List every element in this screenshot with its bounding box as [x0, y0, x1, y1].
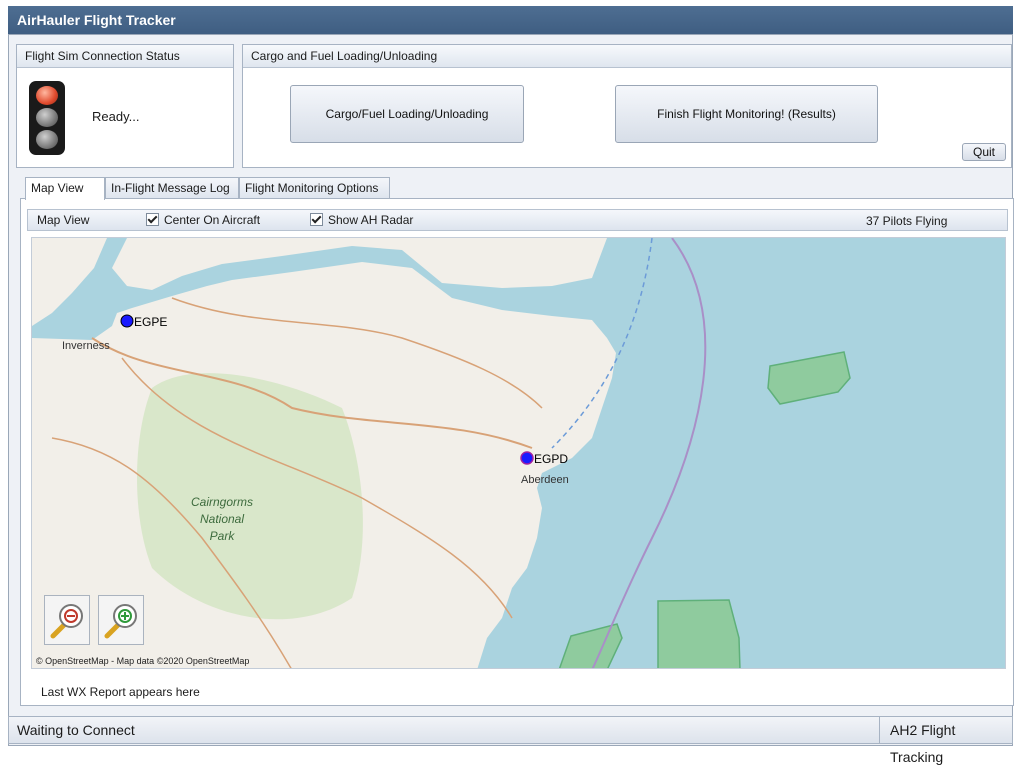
zoom-out-button[interactable]: [44, 595, 90, 645]
connection-status-panel: Flight Sim Connection Status Ready...: [16, 44, 234, 168]
check-icon: [146, 213, 159, 226]
center-on-aircraft-label: Center On Aircraft: [164, 213, 261, 227]
park-label-line1: Cairngorms: [191, 495, 253, 509]
park-label-line3: Park: [210, 529, 236, 543]
wx-report-text: Last WX Report appears here: [41, 685, 200, 699]
center-on-aircraft-checkbox[interactable]: Center On Aircraft: [146, 213, 260, 227]
map-attribution: © OpenStreetMap - Map data ©2020 OpenStr…: [36, 656, 249, 666]
map-view-page: Map View Center On Aircraft Show AH Rada…: [20, 198, 1014, 706]
tab-map-view[interactable]: Map View: [25, 177, 105, 200]
status-divider: [879, 717, 880, 743]
cargo-fuel-panel: Cargo and Fuel Loading/Unloading Cargo/F…: [242, 44, 1012, 168]
map-toolbar: Map View Center On Aircraft Show AH Rada…: [27, 209, 1008, 231]
inverness-label: Inverness: [62, 340, 110, 352]
marker-egpd[interactable]: EGPD: [520, 451, 568, 466]
status-bar: Waiting to Connect AH2 Flight Tracking: [8, 716, 1013, 765]
quit-button[interactable]: Quit: [962, 143, 1006, 161]
map-toolbar-title: Map View: [37, 213, 90, 227]
marine-area: [657, 599, 741, 668]
cargo-fuel-loading-button[interactable]: Cargo/Fuel Loading/Unloading: [290, 85, 524, 143]
connection-status-header: Flight Sim Connection Status: [17, 45, 233, 68]
cargo-fuel-header: Cargo and Fuel Loading/Unloading: [243, 45, 1011, 68]
connection-state-text: Waiting to Connect: [17, 722, 135, 738]
aberdeen-label: Aberdeen: [521, 474, 569, 486]
finish-flight-monitoring-button[interactable]: Finish Flight Monitoring! (Results): [615, 85, 878, 143]
zoom-out-icon: [50, 604, 83, 639]
tracking-label: AH2 Flight Tracking: [890, 722, 956, 765]
zoom-in-icon: [104, 604, 137, 639]
egpe-label: EGPE: [134, 315, 167, 329]
show-radar-checkbox[interactable]: Show AH Radar: [310, 213, 413, 227]
zoom-in-button[interactable]: [98, 595, 144, 645]
pilots-flying-count: 37 Pilots Flying: [866, 214, 948, 228]
map[interactable]: EGPE Inverness EGPD Aberdeen Cairngorms …: [31, 237, 1006, 669]
marker-egpe[interactable]: EGPE: [120, 314, 167, 329]
connection-status-text: Ready...: [92, 109, 140, 124]
check-icon: [310, 213, 323, 226]
tab-message-log[interactable]: In-Flight Message Log: [105, 177, 239, 199]
tab-monitoring-options[interactable]: Flight Monitoring Options: [239, 177, 390, 199]
show-radar-label: Show AH Radar: [328, 213, 414, 227]
window-title: AirHauler Flight Tracker: [8, 6, 1013, 34]
map-canvas[interactable]: EGPE Inverness EGPD Aberdeen Cairngorms …: [32, 238, 1006, 669]
egpd-label: EGPD: [534, 452, 568, 466]
traffic-light-icon: [29, 81, 65, 155]
park-label-line2: National: [200, 512, 244, 526]
